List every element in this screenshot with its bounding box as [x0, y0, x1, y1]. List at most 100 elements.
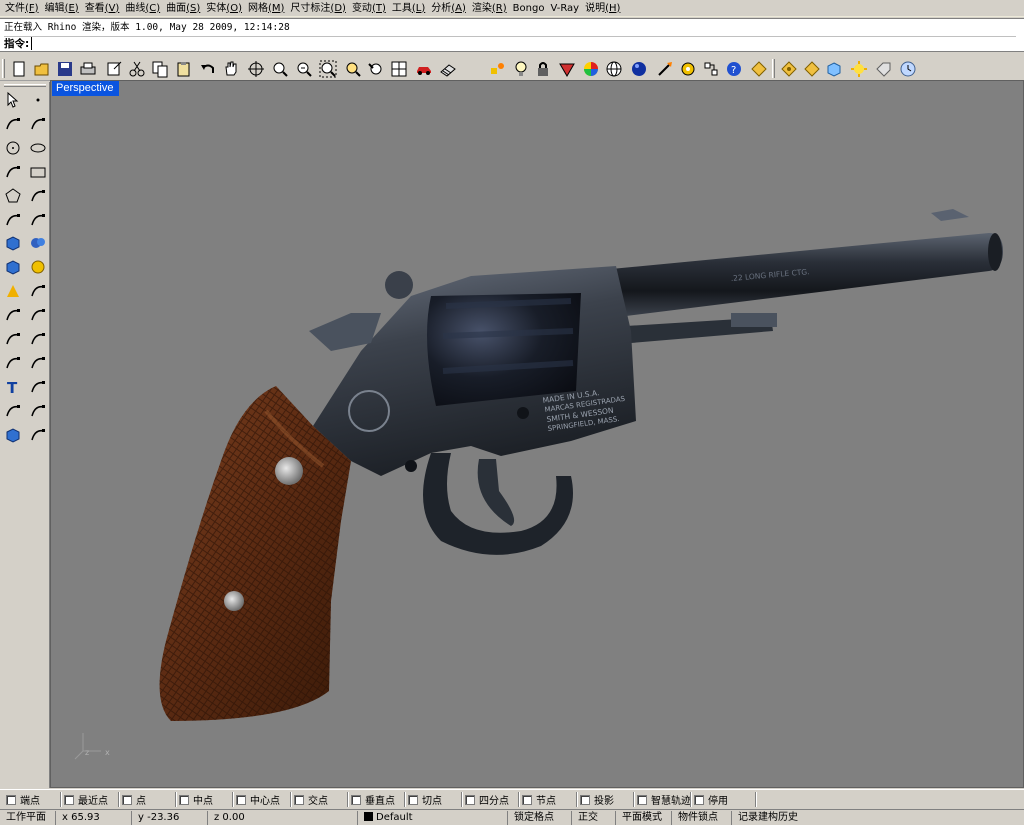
osnap-checkbox[interactable]	[694, 794, 704, 805]
box-view-icon[interactable]	[1, 423, 25, 447]
color-wheel-icon[interactable]	[580, 58, 602, 80]
osnap-option[interactable]: 切点	[408, 792, 442, 807]
bongo-tag-icon[interactable]	[872, 58, 894, 80]
osnap-option[interactable]: 最近点	[64, 792, 108, 807]
save-icon[interactable]	[54, 58, 76, 80]
bongo-cube-icon[interactable]	[823, 58, 845, 80]
undo-view-icon[interactable]	[365, 58, 387, 80]
copy-icon[interactable]	[149, 58, 171, 80]
osnap-checkbox[interactable]	[64, 794, 74, 805]
menu-item[interactable]: 说明(H)	[584, 0, 625, 17]
lock-icon[interactable]	[532, 58, 554, 80]
point-icon[interactable]	[26, 88, 50, 112]
bongo-o-icon[interactable]	[778, 58, 800, 80]
menu-item[interactable]: 曲线(C)	[124, 0, 165, 17]
wireframe-sphere-icon[interactable]	[603, 58, 625, 80]
menu-item[interactable]: 尺寸标注(D)	[289, 0, 351, 17]
shade-icon[interactable]	[556, 58, 578, 80]
paste-icon[interactable]	[173, 58, 195, 80]
polyline-icon[interactable]	[1, 112, 25, 136]
osnap-option[interactable]: 智慧轨迹	[637, 792, 691, 807]
menu-item[interactable]: 文件(F)	[4, 0, 44, 17]
osnap-checkbox[interactable]	[236, 794, 246, 805]
cut-icon[interactable]	[126, 58, 148, 80]
history-toggle[interactable]: 记录建构历史	[732, 811, 1024, 825]
surface-corner-icon[interactable]	[1, 208, 25, 232]
zoom-dynamic-icon[interactable]	[293, 58, 315, 80]
cplane-label[interactable]: 工作平面	[0, 811, 56, 825]
grid-plane-icon[interactable]	[26, 423, 50, 447]
osnap-checkbox[interactable]	[294, 794, 304, 805]
menu-item[interactable]: 工具(L)	[391, 0, 430, 17]
menu-item[interactable]: 变动(T)	[351, 0, 391, 17]
help-icon[interactable]: ?	[723, 58, 745, 80]
osnap-checkbox[interactable]	[351, 794, 361, 805]
toolbar-grip[interactable]	[772, 59, 775, 78]
fillet-edge-icon[interactable]	[1, 351, 25, 375]
osnap-option[interactable]: 节点	[522, 792, 556, 807]
open-icon[interactable]	[31, 58, 53, 80]
undo-icon[interactable]	[197, 58, 219, 80]
command-input[interactable]	[31, 37, 932, 50]
osnap-checkbox[interactable]	[465, 794, 475, 805]
grid-icon[interactable]	[437, 58, 459, 80]
zoom-selected-icon[interactable]	[342, 58, 364, 80]
osnap-checkbox[interactable]	[122, 794, 132, 805]
planar-toggle[interactable]: 平面模式	[616, 811, 672, 825]
osnap-option[interactable]: 投影	[580, 792, 614, 807]
boolean-icon[interactable]	[26, 303, 50, 327]
array-icon[interactable]	[1, 399, 25, 423]
toolbar-grip[interactable]	[2, 59, 5, 78]
zoom-extents-icon[interactable]	[317, 58, 339, 80]
ortho-toggle[interactable]: 正交	[572, 811, 616, 825]
rotate-view-icon[interactable]	[245, 58, 267, 80]
fillet-icon[interactable]	[26, 184, 50, 208]
toolbar-grip[interactable]	[4, 84, 46, 87]
join-icon[interactable]	[1, 327, 25, 351]
osnap-checkbox[interactable]	[637, 794, 647, 805]
polygon-icon[interactable]	[1, 184, 25, 208]
bongo-m-icon[interactable]	[748, 58, 770, 80]
print-icon[interactable]	[77, 58, 99, 80]
osnap-option[interactable]: 中点	[179, 792, 213, 807]
menu-item[interactable]: 渲染(R)	[471, 0, 512, 17]
rectangle-icon[interactable]	[26, 160, 50, 184]
menu-item[interactable]: 查看(V)	[84, 0, 125, 17]
select-arrow-icon[interactable]	[1, 88, 25, 112]
explode-icon[interactable]	[1, 279, 25, 303]
sphere-solid-icon[interactable]	[26, 231, 50, 255]
menu-item[interactable]: Bongo	[512, 0, 550, 17]
offset-icon[interactable]	[26, 351, 50, 375]
options-icon[interactable]	[700, 58, 722, 80]
menu-item[interactable]: 实体(O)	[205, 0, 247, 17]
select-points-icon[interactable]	[487, 58, 509, 80]
render-sphere-icon[interactable]	[628, 58, 650, 80]
mesh-icon[interactable]	[26, 255, 50, 279]
osnap-option[interactable]: 中心点	[236, 792, 280, 807]
bongo-f-icon[interactable]	[801, 58, 823, 80]
circle-icon[interactable]	[1, 136, 25, 160]
text-icon[interactable]: T	[1, 375, 25, 399]
bongo-sun-icon[interactable]	[848, 58, 870, 80]
osnap-option[interactable]: 四分点	[465, 792, 509, 807]
menu-item[interactable]: V-Ray	[549, 0, 584, 17]
gear-icon[interactable]	[677, 58, 699, 80]
cylinder-solid-icon[interactable]	[1, 255, 25, 279]
viewport-title[interactable]: Perspective	[52, 81, 120, 96]
arc-icon[interactable]	[1, 160, 25, 184]
four-viewports-icon[interactable]	[388, 58, 410, 80]
menu-item[interactable]: 分析(A)	[430, 0, 471, 17]
split-icon[interactable]	[26, 279, 50, 303]
car-icon[interactable]	[413, 58, 435, 80]
ellipse-icon[interactable]	[26, 136, 50, 160]
layer-panel[interactable]: Default	[358, 811, 508, 825]
osnap-option[interactable]: 停用	[694, 792, 728, 807]
osnap-checkbox[interactable]	[408, 794, 418, 805]
osnap-checkbox[interactable]	[6, 794, 16, 805]
menu-item[interactable]: 编辑(E)	[44, 0, 84, 17]
new-icon[interactable]	[8, 58, 30, 80]
osnap-toggle[interactable]: 物件锁点	[672, 811, 732, 825]
render-icon[interactable]	[654, 58, 676, 80]
menu-item[interactable]: 曲面(S)	[165, 0, 205, 17]
pan-icon[interactable]	[220, 58, 242, 80]
